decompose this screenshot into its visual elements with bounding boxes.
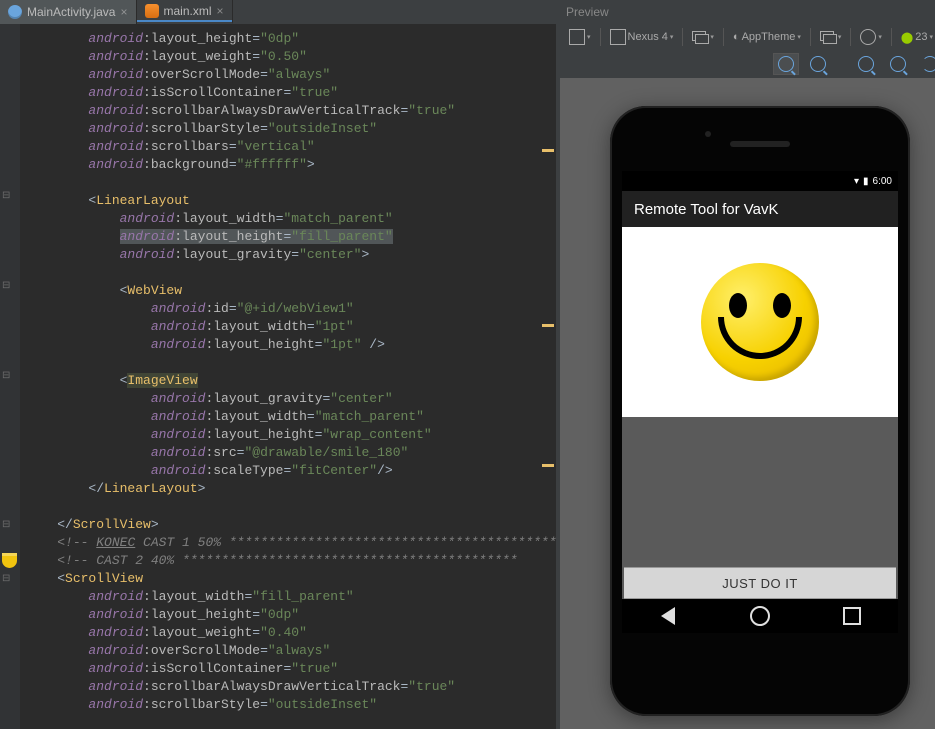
zoom-fit-button[interactable]: [773, 53, 799, 75]
status-bar: ▾ ▮ 6:00: [622, 171, 898, 191]
fold-toggle-icon[interactable]: ⊟: [2, 370, 18, 379]
back-icon: [661, 607, 675, 625]
separator: [600, 28, 601, 46]
tab-mainxml[interactable]: main.xml ×: [137, 0, 233, 24]
theme-label: AppTheme: [742, 31, 796, 43]
camera-dot: [705, 131, 711, 137]
xml-file-icon: [145, 4, 159, 18]
app-title-label: Remote Tool for VavK: [634, 201, 779, 218]
image-view-preview: [622, 227, 898, 417]
api-label: 23: [915, 31, 927, 43]
preview-zoom-toolbar: [560, 50, 935, 79]
zoom-out-button[interactable]: [885, 53, 911, 75]
clock-label: 6:00: [873, 176, 892, 187]
nav-home-button[interactable]: [749, 605, 771, 627]
smiley-icon: [701, 263, 819, 381]
just-do-it-button[interactable]: JUST DO IT: [624, 567, 896, 599]
device-frame: ▾ ▮ 6:00 Remote Tool for VavK JUST DO IT: [610, 106, 910, 716]
device-selector[interactable]: Nexus 4▾: [605, 26, 679, 48]
zoom-actual-button[interactable]: [805, 53, 831, 75]
refresh-icon: [922, 56, 935, 72]
fold-toggle-icon[interactable]: ⊟: [2, 280, 18, 289]
zoom-in-icon: [858, 56, 874, 72]
earpiece: [730, 141, 790, 147]
fold-toggle-icon[interactable]: ⊟: [2, 573, 18, 582]
home-icon: [750, 606, 770, 626]
app-title-bar: Remote Tool for VavK: [622, 191, 898, 227]
preview-toolbar: ▾ Nexus 4▾ ▾ ◐AppTheme▾ ▾ ▾ ⬤23▾: [560, 24, 935, 51]
warning-marker[interactable]: [542, 149, 554, 152]
warning-marker[interactable]: [542, 464, 554, 467]
tab-label: main.xml: [164, 4, 212, 18]
editor-gutter: ⊟ ⊟ ⊟ ⊟ ⊟: [0, 24, 21, 729]
config-icon: [569, 29, 585, 45]
zoom-in-button[interactable]: [853, 53, 879, 75]
separator: [850, 28, 851, 46]
activity-dropdown[interactable]: ▾: [815, 28, 847, 46]
orientation-icon: [692, 31, 708, 43]
code-content[interactable]: android:layout_height="0dp" android:layo…: [20, 24, 556, 714]
code-editor[interactable]: android:layout_height="0dp" android:layo…: [20, 24, 556, 729]
fold-toggle-icon[interactable]: ⊟: [2, 190, 18, 199]
theme-selector[interactable]: ◐AppTheme▾: [728, 28, 806, 46]
warning-marker[interactable]: [542, 324, 554, 327]
zoom-fit-icon: [778, 56, 794, 72]
fold-toggle-icon[interactable]: ⊟: [2, 519, 18, 528]
zoom-out-icon: [890, 56, 906, 72]
separator: [723, 28, 724, 46]
separator: [682, 28, 683, 46]
empty-space: [622, 417, 898, 567]
zoom-actual-icon: [810, 56, 826, 72]
api-level-selector[interactable]: ⬤23▾: [896, 28, 935, 47]
android-icon: ⬤: [901, 31, 913, 44]
tab-label: MainActivity.java: [27, 5, 115, 19]
locale-dropdown[interactable]: ▾: [855, 26, 887, 48]
wifi-icon: ▾: [854, 176, 859, 187]
button-label: JUST DO IT: [722, 576, 798, 591]
nav-back-button[interactable]: [657, 605, 679, 627]
lightbulb-icon[interactable]: [2, 553, 17, 568]
device-icon: [610, 29, 626, 45]
recent-icon: [843, 607, 861, 625]
android-navbar: [622, 599, 898, 633]
globe-icon: [860, 29, 876, 45]
config-dropdown[interactable]: ▾: [564, 26, 596, 48]
close-icon[interactable]: ×: [217, 4, 224, 18]
separator: [891, 28, 892, 46]
activity-icon: [820, 31, 836, 43]
device-screen: ▾ ▮ 6:00 Remote Tool for VavK JUST DO IT: [622, 171, 898, 631]
java-file-icon: [8, 5, 22, 19]
separator: [810, 28, 811, 46]
refresh-button[interactable]: [917, 53, 935, 75]
preview-panel-title: Preview: [560, 0, 935, 25]
editor-tabbar: MainActivity.java × main.xml ×: [0, 0, 556, 25]
device-label: Nexus 4: [628, 31, 668, 43]
battery-icon: ▮: [863, 176, 869, 187]
theme-emoji-icon: ◐: [733, 31, 740, 43]
preview-title-label: Preview: [566, 5, 609, 19]
orientation-dropdown[interactable]: ▾: [687, 28, 719, 46]
nav-recent-button[interactable]: [841, 605, 863, 627]
tab-mainactivity[interactable]: MainActivity.java ×: [0, 0, 137, 24]
close-icon[interactable]: ×: [120, 5, 127, 19]
